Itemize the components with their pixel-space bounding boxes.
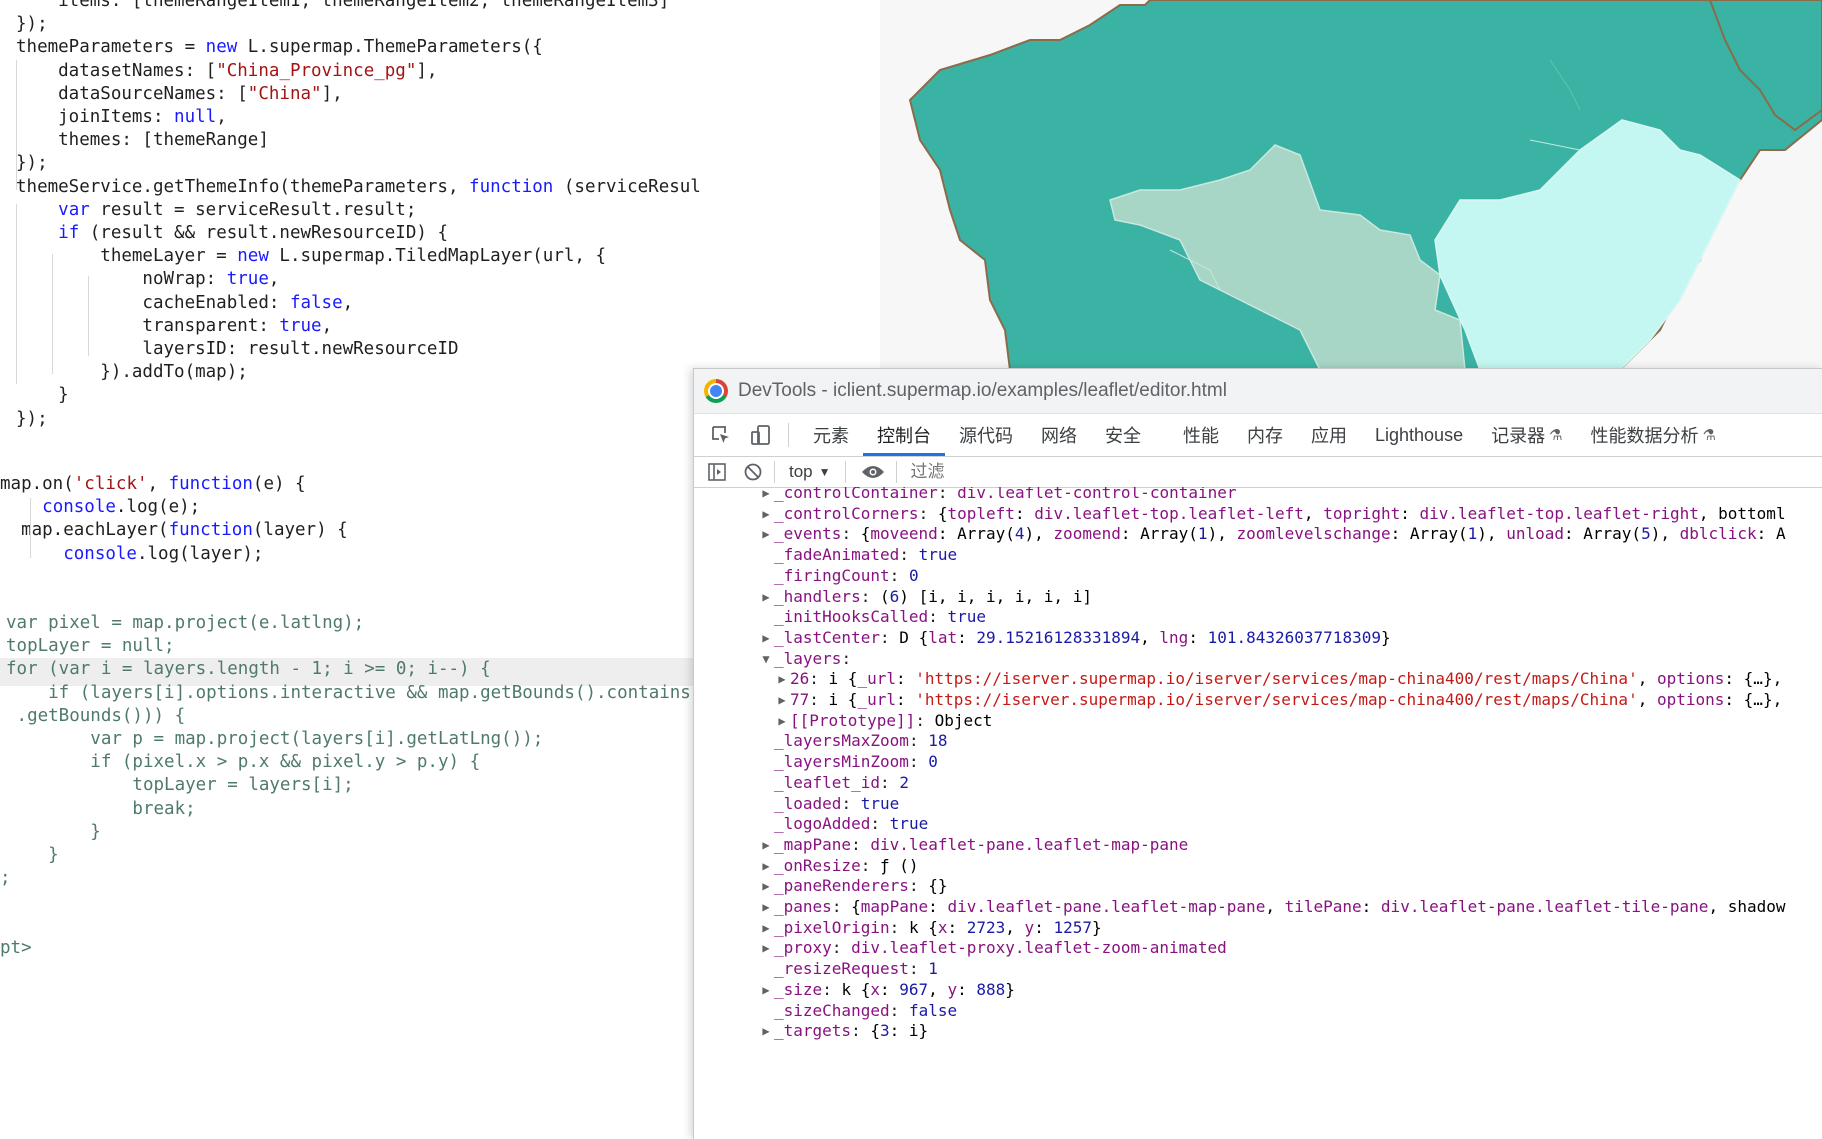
caret-right-icon[interactable]: ▶ [760,936,772,960]
tab-9[interactable]: 记录器 ⚗ [1477,414,1576,456]
inspect-element-icon[interactable] [708,422,734,448]
tab-label: 性能 [1183,426,1219,446]
tab-5[interactable]: 性能 [1169,414,1233,456]
tab-10[interactable]: 性能数据分析 ⚗ [1577,414,1730,456]
code-line: console.log(layer); [63,543,264,564]
device-toolbar-icon[interactable] [748,422,774,448]
property-value: : 0 [908,752,938,772]
context-value: top [789,462,813,481]
tab-label: 记录器 [1491,426,1546,446]
tab-8[interactable]: Lighthouse [1361,414,1477,456]
property-key: _targets [774,1021,852,1041]
tab-label: 网络 [1041,426,1077,446]
indent-guide [16,204,17,384]
sidebar-toggle-icon[interactable] [704,459,730,485]
caret-right-icon[interactable]: ▶ [760,1019,772,1043]
code-line-commented: ; [0,868,11,889]
tab-7[interactable]: 应用 [1297,414,1361,456]
eye-icon[interactable] [858,459,888,485]
filter-divider-3 [895,461,897,483]
tab-label: 元素 [813,426,849,446]
indent-guide [88,276,89,356]
tab-1[interactable]: 控制台 [863,414,945,456]
tab-label: 性能数据分析 [1590,426,1699,446]
property-value: : {3: i} [851,1021,929,1041]
property-value: : D {lat: 29.15216128331894, lng: 101.84… [880,627,1391,647]
devtools-titlebar[interactable]: DevTools - iclient.supermap.io/examples/… [694,369,1822,414]
map-view[interactable] [880,0,1822,370]
tab-0[interactable]: 元素 [799,414,863,456]
console-toolbar: top ▼ [694,457,1822,488]
toolbar-divider [788,423,789,447]
indent-guide [16,60,17,190]
property-value: : {moveend: Array(4), zoomend: Array(1),… [841,524,1786,544]
tab-4[interactable]: 安全 [1091,414,1155,456]
chrome-logo-icon [704,379,728,403]
code-line: }); [16,408,48,429]
caret-down-icon[interactable]: ▼ [760,647,772,671]
devtools-title: DevTools - iclient.supermap.io/examples/… [738,380,1227,401]
chevron-down-icon: ▼ [818,465,831,479]
tab-label: 源代码 [959,426,1013,446]
tab-6[interactable]: 内存 [1233,414,1297,456]
devtools-tabbar: 元素 控制台 源代码 网络 安全 性能 内存 应用 Lighthouse 记录器 ⚗ 性能数据分析 ⚗ [694,414,1822,457]
indent-guide [52,254,53,374]
devtools-window: DevTools - iclient.supermap.io/examples/… [693,368,1822,1139]
tab-label: 安全 [1105,426,1141,446]
caret-right-icon[interactable]: ▶ [760,585,772,609]
tab-2[interactable]: 源代码 [945,414,1027,456]
clear-console-icon[interactable] [740,459,766,485]
tab-label: 应用 [1311,426,1347,446]
indent-guide [30,498,31,558]
tab-label: 内存 [1247,426,1283,446]
tab-label: Lighthouse [1375,424,1464,445]
code-line-commented: } [6,845,59,865]
code-line: items: [themeRangeItem1, themeRangeItem2… [16,0,670,11]
console-output[interactable]: ▶ _controlContainer: div.leaflet-control-… [694,487,1822,1139]
code-line: themes: [themeRange] [16,130,269,151]
caret-right-icon[interactable]: ▶ [760,978,772,1002]
panel-tabs: 元素 控制台 源代码 网络 安全 性能 内存 应用 Lighthouse 记录器 ⚗ 性能数据分析 ⚗ [799,414,1730,456]
context-selector[interactable]: top ▼ [783,462,837,482]
tab-3[interactable]: 网络 [1027,414,1091,456]
tab-label: 控制台 [877,426,931,446]
flask-icon: ⚗ [1549,427,1563,444]
thematic-map [880,0,1822,370]
filter-input[interactable] [904,458,1822,486]
filter-divider-2 [844,461,846,483]
caret-right-icon[interactable]: ▶ [760,522,772,546]
filter-divider [774,461,775,483]
code-editor[interactable]: items: [themeRangeItem1, themeRangeItem2… [0,0,700,1138]
code-line-commented: pt> [0,937,32,958]
flask-icon: ⚗ [1702,427,1716,444]
